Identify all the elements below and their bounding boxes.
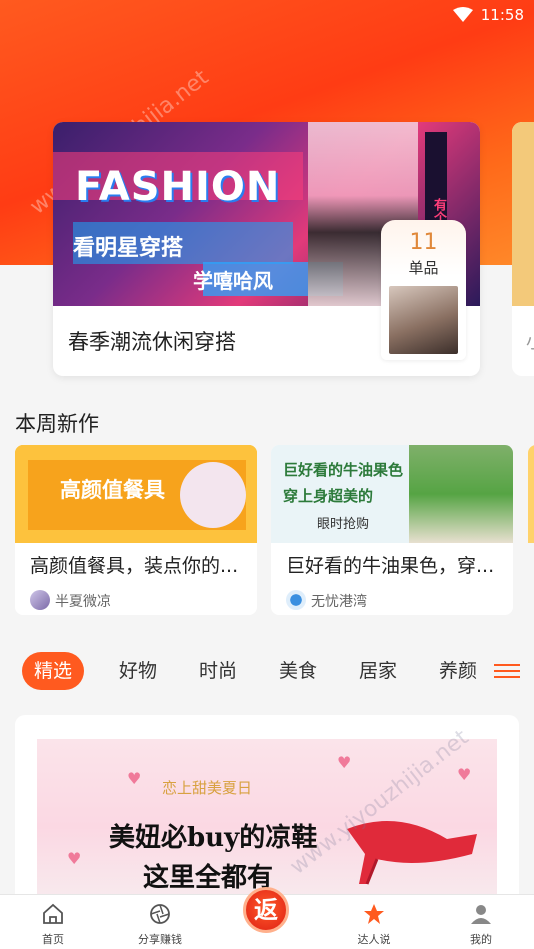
menu-icon[interactable] xyxy=(494,660,520,682)
nav-share-earn[interactable]: 分享赚钱 xyxy=(120,895,200,949)
new-card[interactable]: 高颜值餐具 高颜值餐具，装点你的... 半夏微凉 xyxy=(15,445,257,615)
heart-icon: ♥ xyxy=(457,765,472,784)
section-title-weekly: 本周新作 xyxy=(15,412,99,436)
new-card-image-text: 穿上身超美的 xyxy=(283,487,374,505)
status-bar: 11:58 xyxy=(0,0,534,30)
item-count-label: 单品 xyxy=(408,259,439,277)
feed-headline-2: 这里全都有 xyxy=(143,863,274,893)
item-count-badge[interactable]: 11 单品 xyxy=(381,220,466,360)
nav-daren[interactable]: 达人说 xyxy=(334,895,414,949)
new-card-image-text: 高颜值餐具 xyxy=(60,478,165,502)
new-card-image-text: 眼时抢购 xyxy=(317,517,370,532)
tab-fashion[interactable]: 时尚 xyxy=(199,652,237,690)
nav-home[interactable]: 首页 xyxy=(13,895,93,949)
high-heel-image xyxy=(347,821,477,885)
cashback-button[interactable]: 返 xyxy=(243,887,289,933)
star-icon xyxy=(364,904,384,924)
next-banner-caption: 小 xyxy=(526,328,534,354)
tab-beauty[interactable]: 养颜 xyxy=(439,652,477,690)
new-card-image-text: 巨好看的牛油果色 xyxy=(283,461,404,479)
plate-image xyxy=(180,462,246,528)
feed-tag: 恋上甜美夏日 xyxy=(162,779,253,797)
bottom-nav: 首页 分享赚钱 返 达人说 我的 xyxy=(0,887,534,949)
nav-mine[interactable]: 我的 xyxy=(441,895,521,949)
heart-icon: ♥ xyxy=(67,849,82,868)
outfit-photo xyxy=(409,445,513,543)
new-card-image: 高颜值餐具 xyxy=(15,445,257,543)
tab-home[interactable]: 居家 xyxy=(359,652,397,690)
banner-sub1: 看明星穿搭 xyxy=(73,236,184,261)
nav-mine-label: 我的 xyxy=(470,933,492,946)
banner-fashion-title: FASHION xyxy=(75,164,281,210)
new-card-title: 巨好看的牛油果色，穿... xyxy=(286,555,495,577)
new-card-author: 无忧港湾 xyxy=(311,594,367,610)
new-card-author: 半夏微凉 xyxy=(55,594,111,610)
new-card[interactable]: 巨好看的牛油果色 穿上身超美的 眼时抢购 巨好看的牛油果色，穿... 无忧港湾 xyxy=(271,445,513,615)
status-time: 11:58 xyxy=(480,6,524,24)
nav-share-label: 分享赚钱 xyxy=(138,933,182,946)
nav-daren-label: 达人说 xyxy=(357,933,391,946)
tab-food[interactable]: 美食 xyxy=(279,652,317,690)
heart-icon: ♥ xyxy=(337,753,352,772)
category-tabs: 精选 好物 时尚 美食 居家 养颜 xyxy=(0,652,534,692)
next-banner-card[interactable]: 小 xyxy=(512,122,534,376)
avatar xyxy=(286,590,306,610)
banner-sub2: 学嘻哈风 xyxy=(193,269,273,293)
new-card-title: 高颜值餐具，装点你的... xyxy=(30,555,239,577)
feed-headline-1: 美妞必buy的凉鞋 xyxy=(109,823,318,853)
banner-caption: 春季潮流休闲穿搭 xyxy=(68,330,236,354)
heart-icon: ♥ xyxy=(127,769,142,788)
item-thumbnail xyxy=(389,286,458,354)
tab-featured[interactable]: 精选 xyxy=(22,652,85,690)
tab-goods[interactable]: 好物 xyxy=(119,652,157,690)
aperture-icon xyxy=(150,904,170,924)
nav-home-label: 首页 xyxy=(42,933,64,946)
avatar xyxy=(30,590,50,610)
banner-card[interactable]: 有个性 FASHION 看明星穿搭 学嘻哈风 春季潮流休闲穿搭 11 单品 xyxy=(53,122,480,376)
new-card-image: 巨好看的牛油果色 穿上身超美的 眼时抢购 xyxy=(271,445,513,543)
wifi-icon xyxy=(452,7,473,22)
feed-card[interactable]: ♥ ♥ ♥ ♥ 恋上甜美夏日 美妞必buy的凉鞋 这里全都有 xyxy=(15,715,519,915)
home-icon xyxy=(43,903,63,924)
user-icon xyxy=(471,905,491,924)
item-count: 11 xyxy=(409,230,438,255)
next-new-card[interactable] xyxy=(528,445,534,543)
